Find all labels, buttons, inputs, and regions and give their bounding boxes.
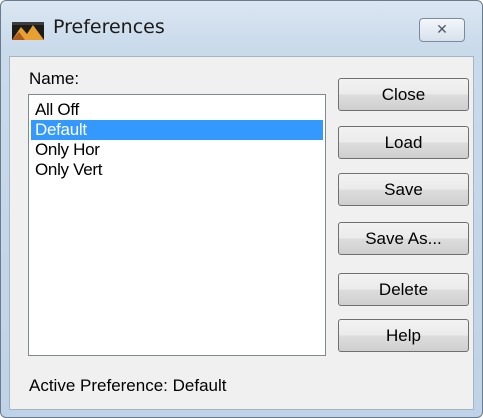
preferences-app-icon [12,22,44,40]
close-button[interactable]: Close [338,78,469,111]
close-icon: ✕ [436,22,448,38]
dialog-client-area: Name: All Off Default Only Hor Only Vert… [9,56,474,410]
save-as-button[interactable]: Save As... [338,222,469,255]
list-item-all-off[interactable]: All Off [31,100,323,120]
title-bar[interactable]: Preferences ✕ [1,1,482,57]
list-item-default[interactable]: Default [31,120,323,140]
window-title: Preferences [53,16,165,38]
delete-button[interactable]: Delete [338,273,469,306]
name-label: Name: [29,69,80,88]
save-button[interactable]: Save [338,173,469,206]
active-preference-status: Active Preference: Default [29,376,227,395]
window-close-button[interactable]: ✕ [419,18,465,42]
preferences-dialog: Preferences ✕ Name: All Off Default Only… [0,0,483,418]
load-button[interactable]: Load [338,126,469,159]
help-button[interactable]: Help [338,319,469,352]
list-item-only-vert[interactable]: Only Vert [31,160,323,180]
list-item-only-hor[interactable]: Only Hor [31,140,323,160]
preferences-listbox[interactable]: All Off Default Only Hor Only Vert [28,94,326,356]
